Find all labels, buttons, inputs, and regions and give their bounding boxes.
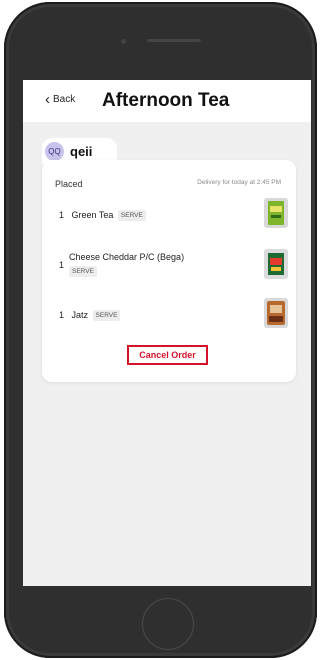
item-quantity: 1 [59, 210, 65, 220]
item-tag: SERVE [117, 210, 146, 222]
item-tag: SERVE [69, 266, 97, 277]
app-screen: ‹ Back Afternoon Tea QQ qeii Placed Deli… [23, 80, 311, 586]
order-card: Placed Delivery for today at 2:45 PM 1 G… [42, 160, 296, 382]
back-button[interactable]: ‹ Back [45, 90, 76, 108]
cheese-image [264, 249, 288, 279]
delivery-time: Delivery for today at 2:45 PM [197, 179, 281, 186]
list-item: 1 Green Tea SERVE [59, 210, 146, 222]
back-label: Back [53, 94, 76, 105]
list-item: 1 Jatz SERVE [59, 310, 121, 322]
phone-frame: ‹ Back Afternoon Tea QQ qeii Placed Deli… [4, 2, 317, 658]
app-header: ‹ Back Afternoon Tea [23, 80, 311, 122]
item-name: Cheese Cheddar P/C (Bega) [69, 252, 185, 262]
page-title: Afternoon Tea [102, 90, 230, 111]
front-camera [121, 39, 126, 44]
list-item: 1 Cheese Cheddar P/C (Bega) SERVE [59, 252, 209, 277]
avatar: QQ [45, 141, 64, 161]
user-name: qeii [70, 143, 93, 159]
speaker-grille [147, 39, 201, 42]
cancel-order-button[interactable]: Cancel Order [127, 345, 208, 365]
home-button[interactable] [142, 598, 194, 650]
green-tea-image [264, 198, 288, 228]
jatz-image [264, 298, 288, 328]
item-tag: SERVE [92, 310, 121, 322]
item-quantity: 1 [59, 260, 65, 270]
order-status: Placed [55, 179, 83, 189]
item-name: Green Tea [71, 210, 114, 220]
chevron-left-icon: ‹ [45, 90, 50, 108]
item-name: Jatz [71, 310, 89, 320]
item-quantity: 1 [59, 310, 65, 320]
